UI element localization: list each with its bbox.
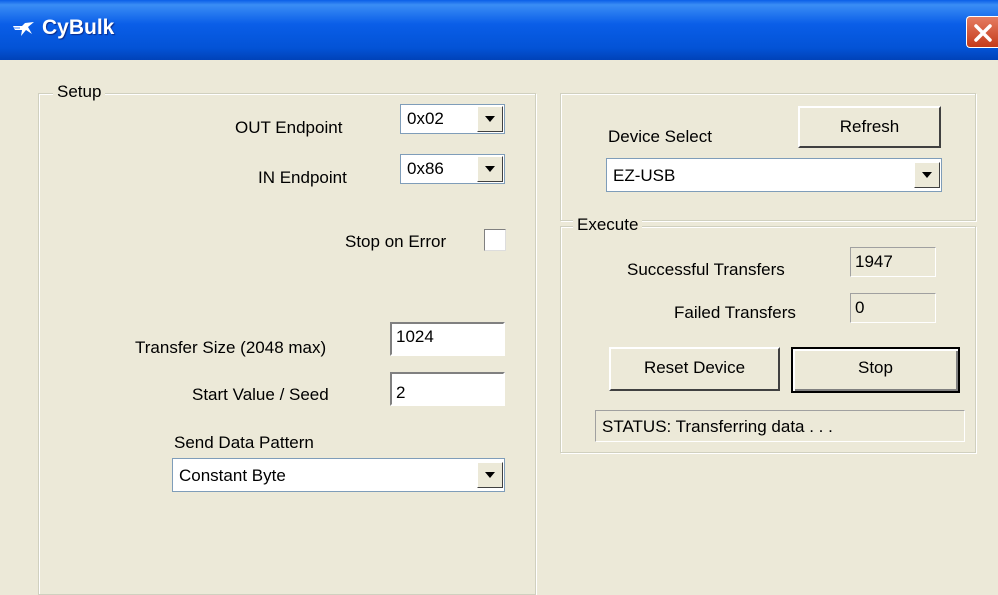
stop-on-error-checkbox[interactable] [484, 229, 506, 251]
reset-device-label: Reset Device [643, 358, 746, 377]
out-endpoint-select[interactable]: 0x02 [400, 104, 505, 134]
status-display: STATUS: Transferring data . . . [595, 410, 965, 442]
chevron-down-icon[interactable] [477, 462, 503, 488]
setup-legend: Setup [53, 82, 106, 102]
failed-transfers-label: Failed Transfers [674, 303, 796, 322]
chevron-down-icon[interactable] [477, 156, 503, 182]
failed-transfers-value: 0 [855, 298, 865, 317]
execute-legend: Execute [573, 215, 643, 235]
cypress-logo-icon [12, 18, 38, 40]
close-button[interactable] [966, 16, 998, 48]
pattern-label: Send Data Pattern [174, 433, 314, 452]
stop-on-error-label: Stop on Error [345, 232, 447, 251]
device-select-value: EZ-USB [613, 166, 676, 185]
stop-label: Stop [858, 358, 893, 377]
transfer-size-input[interactable]: 1024 [390, 322, 505, 356]
pattern-value: Constant Byte [179, 466, 286, 485]
window-title: CyBulk [42, 16, 115, 39]
pattern-select[interactable]: Constant Byte [172, 458, 505, 492]
chevron-down-icon[interactable] [914, 162, 940, 188]
out-endpoint-label: OUT Endpoint [235, 118, 343, 137]
successful-transfers-value: 1947 [855, 252, 893, 271]
out-endpoint-value: 0x02 [407, 109, 444, 128]
close-icon [974, 24, 992, 42]
refresh-button-label: Refresh [839, 117, 900, 136]
refresh-button[interactable]: Refresh [798, 106, 941, 148]
client-area: Setup OUT Endpoint 0x02 IN Endpoint 0x86… [0, 60, 998, 595]
successful-transfers-label: Successful Transfers [627, 260, 785, 279]
device-select-label: Device Select [608, 127, 712, 146]
start-value-label: Start Value / Seed [192, 385, 329, 404]
chevron-down-icon[interactable] [477, 106, 503, 132]
start-value-value: 2 [396, 383, 406, 402]
transfer-size-label: Transfer Size (2048 max) [135, 338, 327, 357]
title-bar[interactable]: CyBulk [0, 0, 998, 60]
start-value-input[interactable]: 2 [390, 372, 505, 406]
in-endpoint-select[interactable]: 0x86 [400, 154, 505, 184]
stop-button[interactable]: Stop [791, 347, 960, 393]
device-select[interactable]: EZ-USB [606, 158, 942, 192]
transfer-size-value: 1024 [396, 327, 434, 346]
successful-transfers-value-box: 1947 [850, 247, 936, 277]
reset-device-button[interactable]: Reset Device [609, 347, 780, 391]
in-endpoint-label: IN Endpoint [258, 168, 347, 187]
in-endpoint-value: 0x86 [407, 159, 444, 178]
status-text: STATUS: Transferring data . . . [602, 417, 833, 436]
failed-transfers-value-box: 0 [850, 293, 936, 323]
